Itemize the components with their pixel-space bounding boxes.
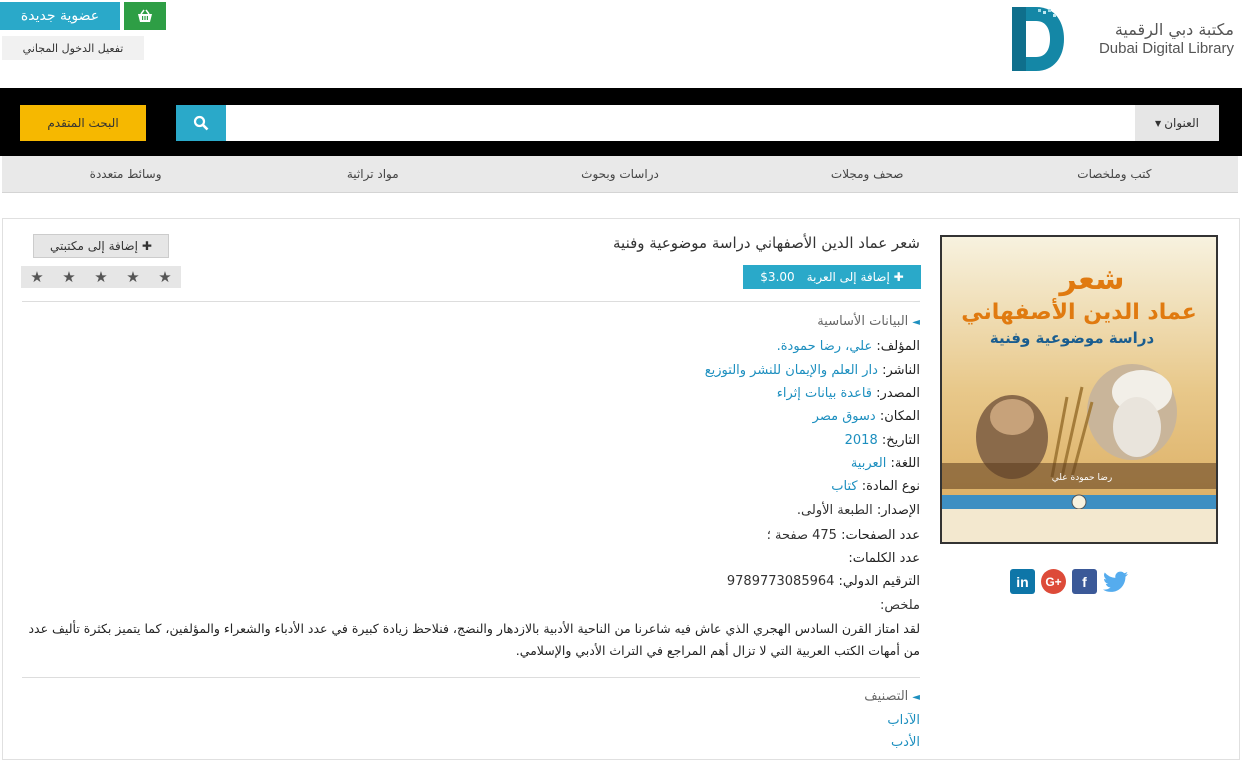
social-share: in G+ f bbox=[1010, 569, 1145, 595]
nav-studies[interactable]: دراسات وبحوث bbox=[496, 156, 743, 192]
author-link[interactable]: علي، رضا حمودة. bbox=[777, 339, 873, 354]
classification-item: الآداب bbox=[887, 713, 920, 728]
cover-author-band: رضا حمودة علي bbox=[1052, 473, 1112, 483]
caret-left-icon: ◄ bbox=[912, 692, 920, 703]
search-field-select[interactable]: العنوان ▼ bbox=[1135, 105, 1219, 141]
facebook-icon[interactable]: f bbox=[1072, 569, 1097, 594]
publisher-row: الناشر: دار العلم والإيمان للنشر والتوزي… bbox=[704, 363, 920, 378]
cover-title-line1: شعر bbox=[1057, 262, 1124, 297]
source-link[interactable]: قاعدة بيانات إثراء bbox=[777, 386, 872, 401]
add-to-cart-button[interactable]: ✚ إضافة إلى العربة $3.00 bbox=[743, 265, 921, 289]
new-membership-button[interactable]: عضوية جديدة bbox=[0, 2, 120, 30]
caret-down-icon: ▼ bbox=[1155, 118, 1162, 128]
nav-heritage[interactable]: مواد تراثية bbox=[249, 156, 496, 192]
language-row: اللغة: العربية bbox=[850, 456, 920, 471]
caret-left-icon: ◄ bbox=[912, 317, 920, 328]
type-row: نوع المادة: كتاب bbox=[831, 479, 920, 494]
basket-icon bbox=[138, 9, 152, 22]
divider bbox=[22, 301, 920, 302]
words-row: عدد الكلمات: bbox=[848, 551, 920, 566]
twitter-icon[interactable] bbox=[1103, 569, 1128, 594]
author-row: المؤلف: علي، رضا حمودة. bbox=[776, 339, 920, 354]
isbn-row: الترقيم الدولي: 9789773085964 bbox=[726, 574, 920, 589]
nav-newspapers[interactable]: صحف ومجلات bbox=[744, 156, 991, 192]
classification-heading[interactable]: ◄التصنيف bbox=[864, 689, 920, 704]
nav-books[interactable]: كتب وملخصات bbox=[991, 156, 1238, 192]
source-row: المصدر: قاعدة بيانات إثراء bbox=[776, 386, 920, 401]
search-icon bbox=[193, 115, 209, 131]
nav-multimedia[interactable]: وسائط متعددة bbox=[2, 156, 249, 192]
publisher-link[interactable]: دار العلم والإيمان للنشر والتوزيع bbox=[705, 363, 878, 378]
classification-link[interactable]: الآداب bbox=[887, 713, 920, 728]
plus-icon: ✚ bbox=[141, 239, 152, 253]
plus-icon: ✚ bbox=[893, 270, 904, 284]
star-icon[interactable]: ★ bbox=[30, 268, 43, 286]
advanced-search-button[interactable]: البحث المتقدم bbox=[20, 105, 146, 141]
category-nav: كتب وملخصات صحف ومجلات دراسات وبحوث مواد… bbox=[2, 156, 1238, 193]
language-link[interactable]: العربية bbox=[851, 456, 887, 471]
cover-title-line3: دراسة موضوعية وفنية bbox=[990, 329, 1155, 347]
logo-icon[interactable] bbox=[1008, 5, 1068, 73]
date-row: التاريخ: 2018 bbox=[844, 433, 920, 448]
price: $3.00 bbox=[760, 270, 795, 284]
free-access-link[interactable]: تفعيل الدخول المجاني bbox=[2, 36, 144, 60]
type-link[interactable]: كتاب bbox=[831, 479, 857, 494]
divider bbox=[22, 677, 920, 678]
date-link[interactable]: 2018 bbox=[845, 433, 878, 448]
search-input[interactable] bbox=[226, 105, 1135, 141]
logo-text-arabic: مكتبة دبي الرقمية bbox=[1114, 20, 1234, 39]
add-to-my-library-button[interactable]: ✚ إضافة إلى مكتبتي bbox=[33, 234, 169, 258]
linkedin-icon[interactable]: in bbox=[1010, 569, 1035, 594]
place-row: المكان: دسوق مصر bbox=[812, 409, 920, 424]
book-title: شعر عماد الدين الأصفهاني دراسة موضوعية و… bbox=[613, 234, 920, 252]
star-icon[interactable]: ★ bbox=[158, 268, 171, 286]
add-to-cart-label: إضافة إلى العربة bbox=[806, 270, 890, 284]
classification-item: الأدب bbox=[891, 735, 920, 750]
rating-stars[interactable]: ★ ★ ★ ★ ★ bbox=[21, 266, 181, 288]
star-icon[interactable]: ★ bbox=[94, 268, 107, 286]
star-icon[interactable]: ★ bbox=[126, 268, 139, 286]
basic-data-heading[interactable]: ◄البيانات الأساسية bbox=[817, 314, 920, 329]
place-link[interactable]: دسوق مصر bbox=[813, 409, 876, 424]
star-icon[interactable]: ★ bbox=[62, 268, 75, 286]
summary-label: ملخص: bbox=[880, 598, 920, 613]
summary-text: لقد امتاز القرن السادس الهجري الذي عاش ف… bbox=[28, 621, 920, 658]
search-field-label: العنوان bbox=[1164, 116, 1199, 130]
google-plus-icon[interactable]: G+ bbox=[1041, 569, 1066, 594]
add-to-library-label: إضافة إلى مكتبتي bbox=[50, 239, 138, 253]
book-cover-image[interactable]: شعر عماد الدين الأصفهاني دراسة موضوعية و… bbox=[940, 235, 1218, 544]
classification-link[interactable]: الأدب bbox=[891, 735, 920, 750]
pages-row: عدد الصفحات: 475 صفحة ؛ bbox=[766, 528, 920, 543]
search-button[interactable] bbox=[176, 105, 226, 141]
cover-title-line2: عماد الدين الأصفهاني bbox=[961, 297, 1197, 325]
logo-text-english: Dubai Digital Library bbox=[1098, 40, 1234, 57]
basket-button[interactable] bbox=[124, 2, 166, 30]
edition-row: الإصدار: الطبعة الأولى. bbox=[796, 503, 920, 518]
